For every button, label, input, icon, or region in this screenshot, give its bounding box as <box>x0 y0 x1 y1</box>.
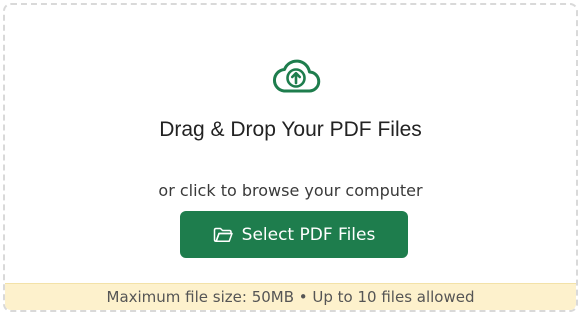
file-limits-info: Maximum file size: 50MB • Up to 10 files… <box>5 283 576 310</box>
dropzone-title: Drag & Drop Your PDF Files <box>159 118 422 141</box>
select-pdf-files-button[interactable]: Select PDF Files <box>180 211 408 258</box>
dropzone-subtitle: or click to browse your computer <box>158 181 423 200</box>
pdf-drop-zone[interactable]: Drag & Drop Your PDF Files or click to b… <box>3 3 578 312</box>
select-pdf-files-label: Select PDF Files <box>241 224 376 245</box>
cloud-upload-icon <box>272 59 321 93</box>
folder-icon <box>213 227 233 242</box>
